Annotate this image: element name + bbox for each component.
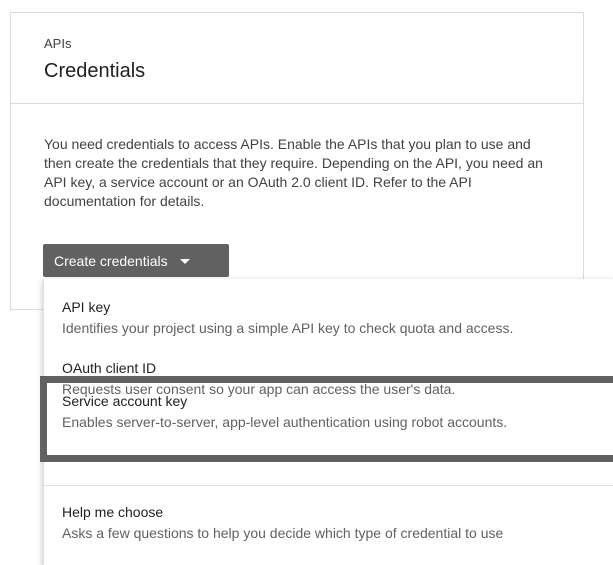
menu-item-label: API key (62, 299, 111, 315)
page-title: Credentials (44, 60, 146, 82)
caret-down-icon (179, 259, 190, 264)
menu-item-label: Service account key (62, 393, 188, 409)
menu-item-description: Identifies your project using a simple A… (62, 320, 514, 336)
menu-item-label: Help me choose (62, 504, 164, 520)
create-credentials-button[interactable]: Create credentials (43, 244, 229, 277)
menu-item-description: Asks a few questions to help you decide … (62, 525, 504, 541)
menu-divider (44, 485, 613, 486)
menu-item-label: OAuth client ID (62, 360, 157, 376)
menu-item-service-account-key[interactable]: Service account key Enables server-to-se… (44, 392, 613, 440)
card-header: APIs Credentials (11, 13, 583, 104)
header-divider (11, 103, 583, 104)
menu-item-help-me-choose[interactable]: Help me choose Asks a few questions to h… (44, 503, 613, 551)
menu-item-api-key[interactable]: API key Identifies your project using a … (44, 298, 613, 346)
breadcrumb-apis: APIs (44, 36, 72, 51)
credentials-description: You need credentials to access APIs. Ena… (44, 136, 543, 209)
create-credentials-label: Create credentials (54, 252, 168, 269)
menu-item-description: Enables server-to-server, app-level auth… (62, 414, 508, 430)
create-credentials-menu: API key Identifies your project using a … (40, 279, 613, 565)
